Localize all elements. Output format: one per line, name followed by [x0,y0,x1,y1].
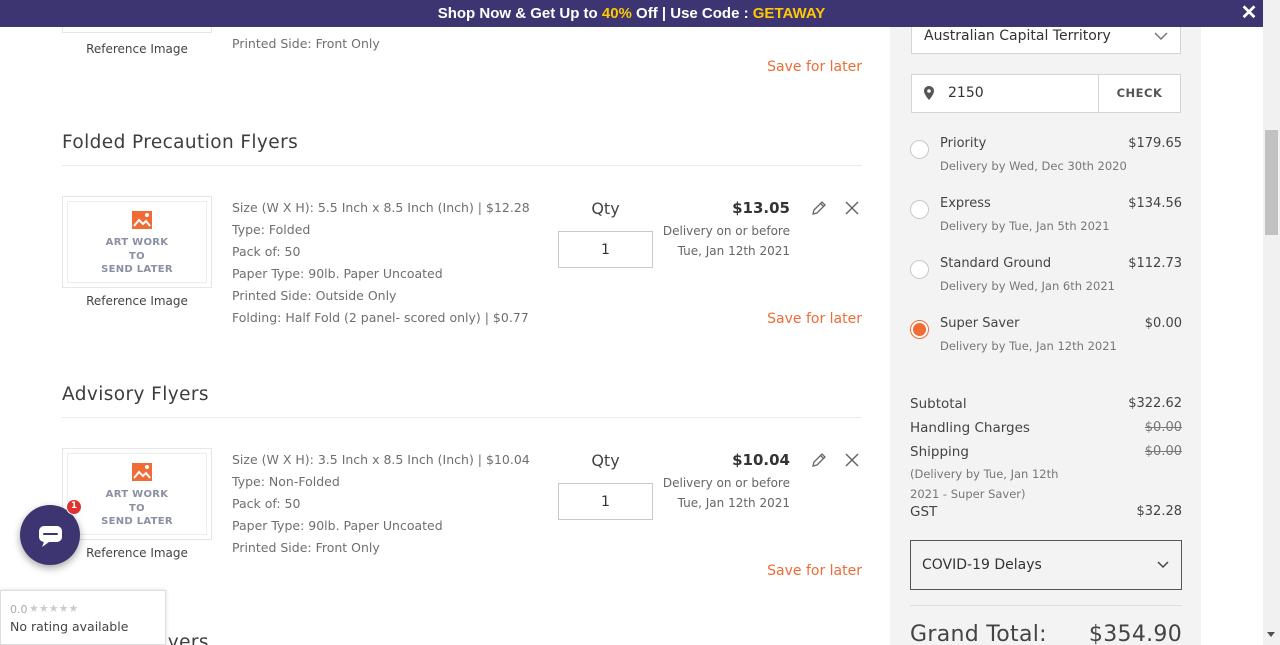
page-scrollbar[interactable] [1263,0,1280,645]
reference-image-box [62,27,212,33]
chevron-down-icon [1154,32,1168,40]
rating-text: No rating available [10,619,129,634]
shipping-option-standard-ground[interactable]: Standard Ground Delivery by Wed, Jan 6th… [910,256,1182,306]
spec-line: Paper Type: 90lb. Paper Uncoated [232,266,443,281]
save-for-later-link[interactable]: Save for later [740,563,862,579]
shipping-radio[interactable] [910,140,929,159]
state-value: Australian Capital Territory [924,28,1111,44]
section-divider [62,165,862,166]
shipping-row: Shipping $0.00 [910,444,1182,460]
promo-discount: 40% [601,5,632,22]
close-banner-icon[interactable]: ✕ [1239,0,1259,27]
spec-line: Paper Type: 90lb. Paper Uncoated [232,518,443,533]
qty-label: Qty [591,199,620,218]
shipping-option-super-saver[interactable]: Super Saver Delivery by Tue, Jan 12th 20… [910,316,1182,366]
scroll-down-arrow-icon[interactable] [1267,632,1275,637]
chat-notification-badge: 1 [66,499,82,515]
promo-text-before: Shop Now & Get Up to [437,5,602,22]
item-specs: Size (W X H): 5.5 Inch x 8.5 Inch (Inch)… [232,197,530,329]
handling-value: $0.00 [1144,420,1182,435]
remove-icon[interactable] [843,199,861,217]
zip-code-value: 2150 [948,85,984,101]
spec-line: Size (W X H): 3.5 Inch x 8.5 Inch (Inch)… [232,452,530,467]
check-button[interactable]: CHECK [1098,75,1180,112]
reference-image-label: Reference Image [86,294,188,308]
grand-total-label: Grand Total: [910,622,1047,645]
reference-image-label: Reference Image [86,546,188,560]
rating-score: 0.0 [10,603,28,616]
shipping-radio[interactable] [910,200,929,219]
item-price: $13.05 [732,199,790,217]
edit-icon[interactable] [810,451,828,469]
spec-line: Folding: Half Fold (2 panel- scored only… [232,310,529,325]
rating-stars-icon: ★★★★★ [29,602,79,615]
quantity-input[interactable] [558,483,653,520]
rating-widget[interactable]: 0.0 ★★★★★ No rating available [0,590,166,645]
covid-delays-label: COVID-19 Delays [922,557,1042,573]
shipping-radio-selected[interactable] [910,320,929,339]
gst-row: GST $32.28 [910,504,1182,520]
reference-image-box[interactable]: ART WORK TO SEND LATER [62,196,212,288]
shipping-option-priority[interactable]: Priority Delivery by Wed, Dec 30th 2020 … [910,136,1182,186]
spec-line: Type: Non-Folded [232,474,340,489]
grand-total-row: Grand Total: $354.90 [910,622,1182,645]
cart-items: Reference Image Printed Side: Front Only… [0,27,890,645]
scrollbar-thumb[interactable] [1265,130,1278,235]
location-pin-icon [924,86,934,100]
quantity-input[interactable] [558,231,653,268]
section-divider [62,417,862,418]
remove-icon[interactable] [843,451,861,469]
handling-row: Handling Charges $0.00 [910,420,1182,436]
spec-line: Pack of: 50 [232,496,301,511]
divider [910,605,1182,606]
spec-line: Pack of: 50 [232,244,301,259]
item-title: Folded Precaution Flyers [62,132,299,153]
item-price: $10.04 [732,451,790,469]
art-work-text: ART WORK TO SEND LATER [101,489,173,527]
qty-label: Qty [591,451,620,470]
spec-line: Size (W X H): 5.5 Inch x 8.5 Inch (Inch)… [232,200,530,215]
item-specs: Size (W X H): 3.5 Inch x 8.5 Inch (Inch)… [232,449,530,559]
spec-line: Type: Folded [232,222,311,237]
promo-banner: Shop Now & Get Up to 40% Off | Use Code … [0,0,1263,27]
promo-text-middle: Off | Use Code : [631,5,753,22]
shipping-note: (Delivery by Tue, Jan 12th 2021 - Super … [910,467,1059,501]
item-specs: Printed Side: Front Only [232,33,380,55]
delivery-estimate: Delivery on or before Tue, Jan 12th 2021 [662,476,790,510]
shipping-option-express[interactable]: Express Delivery by Tue, Jan 5th 2021 $1… [910,196,1182,246]
image-placeholder-icon [132,463,152,481]
reference-image-label: Reference Image [86,42,188,56]
zip-code-field[interactable]: 2150 CHECK [911,74,1181,113]
spec-line: Printed Side: Outside Only [232,288,397,303]
order-summary-sidebar: Australian Capital Territory 2150 CHECK … [890,27,1201,645]
reference-image-box[interactable]: ART WORK TO SEND LATER [62,448,212,540]
spec-line: Printed Side: Front Only [232,36,380,51]
item-title: Advisory Flyers [62,384,209,405]
chevron-down-icon [1157,561,1169,569]
gst-value: $32.28 [1136,504,1183,519]
covid-delays-dropdown[interactable]: COVID-19 Delays [910,540,1182,590]
spec-line: Printed Side: Front Only [232,540,380,555]
promo-code: GETAWAY [752,5,826,22]
shipping-radio[interactable] [910,260,929,279]
subtotal-value: $322.62 [1128,396,1182,411]
save-for-later-link[interactable]: Save for later [740,59,862,75]
subtotal-row: Subtotal $322.62 [910,396,1182,412]
save-for-later-link[interactable]: Save for later [740,311,862,327]
delivery-estimate: Delivery on or before Tue, Jan 12th 2021 [662,224,790,258]
art-work-text: ART WORK TO SEND LATER [101,237,173,275]
image-placeholder-icon [132,211,152,229]
edit-icon[interactable] [810,199,828,217]
state-select[interactable]: Australian Capital Territory [911,27,1181,54]
grand-total-value: $354.90 [1088,622,1182,645]
shipping-value: $0.00 [1144,444,1182,459]
